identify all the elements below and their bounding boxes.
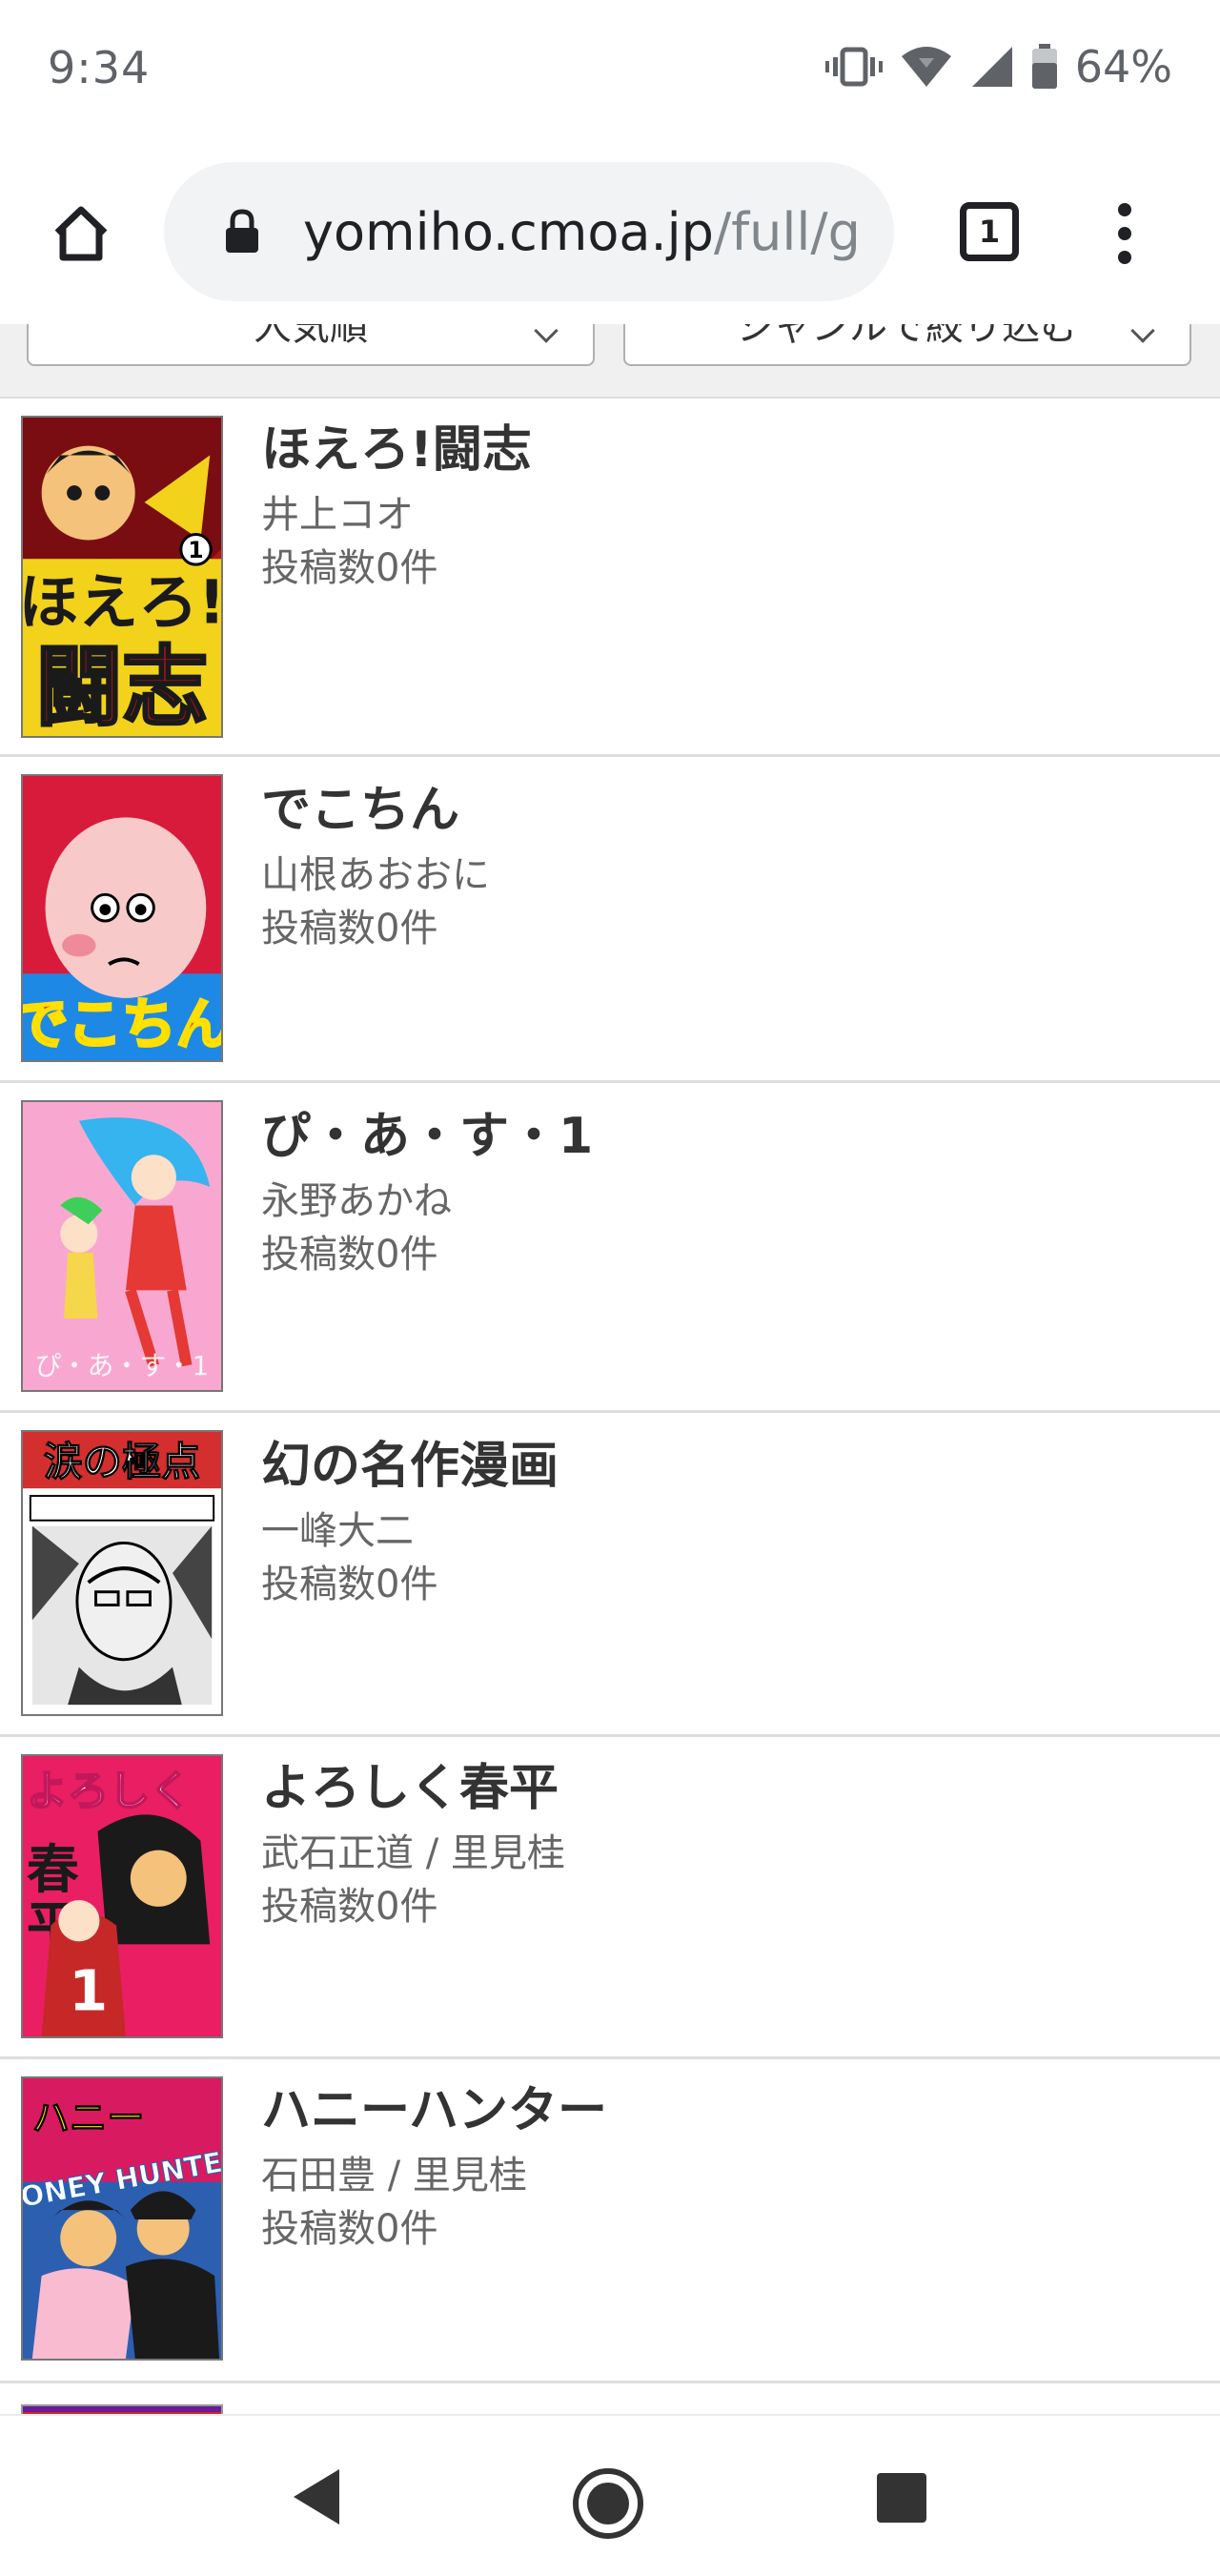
book-list: 1 ほえろ! 闘志 ほえろ!闘志 井上コオ 投稿数0件 でこちん でこちん 山根… bbox=[0, 399, 1220, 2574]
book-title[interactable]: ほえろ!闘志 bbox=[261, 425, 532, 475]
book-author: 井上コオ bbox=[261, 493, 414, 537]
book-cover-image[interactable]: でこちん bbox=[21, 774, 223, 1062]
list-item[interactable]: でこちん でこちん 山根あおおに 投稿数0件 bbox=[0, 757, 1220, 1083]
book-author: 一峰大二 bbox=[261, 1509, 414, 1553]
book-info: よろしく春平 武石正道 / 里見桂 投稿数0件 bbox=[261, 1764, 565, 1926]
list-item[interactable]: ぴ・あ・す・1 ぴ・あ・す・1 永野あかね 投稿数0件 bbox=[0, 1083, 1220, 1413]
chevron-down-icon bbox=[1130, 324, 1155, 343]
book-post-count: 投稿数0件 bbox=[261, 1885, 438, 1929]
url-text: yomiho.cmoa.jp/full/ge bbox=[303, 202, 856, 262]
book-author: 武石正道 / 里見桂 bbox=[261, 1831, 565, 1875]
system-nav-bar bbox=[0, 2414, 1220, 2576]
wifi-icon bbox=[901, 47, 951, 87]
book-title[interactable]: ぴ・あ・す・1 bbox=[261, 1112, 593, 1161]
url-path: /full/ge bbox=[713, 201, 856, 262]
svg-text:春: 春 bbox=[27, 1839, 79, 1900]
list-item[interactable]: ハニー HONEY HUNTER ハニーハンター 石田豊 / 里見桂 投稿数0件 bbox=[0, 2059, 1220, 2383]
book-cover-image[interactable]: 涙の極点 bbox=[21, 1430, 223, 1716]
sort-select[interactable]: 人気順 bbox=[27, 324, 595, 366]
book-info: ほえろ!闘志 井上コオ 投稿数0件 bbox=[261, 425, 532, 587]
book-info: ぴ・あ・す・1 永野あかね 投稿数0件 bbox=[261, 1112, 593, 1274]
book-cover-image[interactable]: ハニー HONEY HUNTER bbox=[21, 2076, 223, 2361]
book-post-count: 投稿数0件 bbox=[261, 2207, 438, 2251]
svg-text:よろしく: よろしく bbox=[27, 1768, 192, 1815]
overflow-menu-dot bbox=[1118, 227, 1131, 240]
recents-icon bbox=[877, 2473, 926, 2523]
book-post-count: 投稿数0件 bbox=[261, 546, 438, 590]
book-title[interactable]: ハニーハンター bbox=[261, 2086, 607, 2136]
svg-text:1: 1 bbox=[188, 537, 203, 563]
status-bar: 9:34 64% bbox=[0, 0, 1220, 133]
list-item[interactable]: よろしく 春 平 1 よろしく春平 武石正道 / 里見桂 投稿数0件 bbox=[0, 1737, 1220, 2059]
list-item[interactable]: 1 ほえろ! 闘志 ほえろ!闘志 井上コオ 投稿数0件 bbox=[0, 399, 1220, 757]
book-info: ハニーハンター 石田豊 / 里見桂 投稿数0件 bbox=[261, 2086, 607, 2248]
address-bar[interactable]: yomiho.cmoa.jp/full/ge bbox=[164, 162, 894, 301]
tab-count: 1 bbox=[978, 214, 1001, 250]
svg-text:1: 1 bbox=[69, 1957, 108, 2023]
book-title[interactable]: よろしく春平 bbox=[261, 1764, 565, 1813]
book-info: 幻の名作漫画 一峰大二 投稿数0件 bbox=[261, 1441, 559, 1604]
overflow-menu-icon bbox=[1118, 203, 1131, 216]
battery-percent: 64% bbox=[1074, 41, 1172, 92]
genre-filter-label: ジャンルで絞り込む bbox=[737, 324, 1078, 349]
status-time: 9:34 bbox=[48, 42, 151, 93]
cover-title-text: ほえろ! bbox=[23, 567, 221, 637]
lock-icon[interactable] bbox=[223, 208, 261, 256]
status-icons: 64% bbox=[824, 38, 1172, 95]
filter-bar: 人気順 ジャンルで絞り込む bbox=[0, 324, 1220, 399]
back-button[interactable] bbox=[288, 2465, 345, 2532]
vibrate-icon bbox=[824, 47, 883, 87]
browser-toolbar: yomiho.cmoa.jp/full/ge 1 bbox=[0, 133, 1220, 324]
home-circle-icon bbox=[573, 2468, 643, 2539]
cell-signal-icon bbox=[971, 47, 1012, 87]
svg-text:ハニー: ハニー bbox=[32, 2096, 145, 2140]
svg-text:ぴ・あ・す・1: ぴ・あ・す・1 bbox=[35, 1351, 209, 1381]
book-cover-image[interactable]: ぴ・あ・す・1 bbox=[21, 1100, 223, 1392]
book-author: 永野あかね bbox=[261, 1179, 452, 1223]
svg-text:涙の極点: 涙の極点 bbox=[44, 1439, 201, 1484]
book-author: 石田豊 / 里見桂 bbox=[261, 2154, 527, 2198]
chevron-down-icon bbox=[534, 324, 559, 343]
book-title[interactable]: でこちん bbox=[261, 786, 490, 835]
svg-text:でこちん: でこちん bbox=[23, 993, 221, 1056]
tab-switcher-button[interactable]: 1 bbox=[953, 195, 1026, 268]
book-post-count: 投稿数0件 bbox=[261, 1233, 438, 1277]
url-host: yomiho.cmoa.jp bbox=[303, 201, 714, 262]
overflow-menu-dot bbox=[1118, 251, 1131, 264]
book-cover-image[interactable]: 1 ほえろ! 闘志 bbox=[21, 416, 223, 738]
sort-label: 人気順 bbox=[254, 324, 368, 349]
book-title[interactable]: 幻の名作漫画 bbox=[261, 1441, 559, 1491]
genre-filter-select[interactable]: ジャンルで絞り込む bbox=[623, 324, 1191, 366]
book-post-count: 投稿数0件 bbox=[261, 1563, 438, 1606]
svg-text:闘志: 闘志 bbox=[36, 638, 209, 736]
back-icon bbox=[294, 2469, 339, 2525]
home-icon bbox=[54, 206, 108, 261]
book-post-count: 投稿数0件 bbox=[261, 907, 438, 951]
battery-icon bbox=[1031, 44, 1057, 89]
tab-switcher-icon: 1 bbox=[960, 202, 1019, 261]
book-info: でこちん 山根あおおに 投稿数0件 bbox=[261, 786, 490, 948]
list-item[interactable]: 涙の極点 幻の名作漫画 一峰大二 投稿数0件 bbox=[0, 1413, 1220, 1737]
book-cover-image[interactable]: よろしく 春 平 1 bbox=[21, 1754, 223, 2038]
recents-button[interactable] bbox=[873, 2469, 930, 2530]
book-author: 山根あおおに bbox=[261, 853, 490, 897]
overflow-menu-button[interactable] bbox=[1087, 191, 1163, 276]
home-nav-button[interactable] bbox=[570, 2465, 646, 2545]
home-button[interactable] bbox=[38, 191, 124, 276]
